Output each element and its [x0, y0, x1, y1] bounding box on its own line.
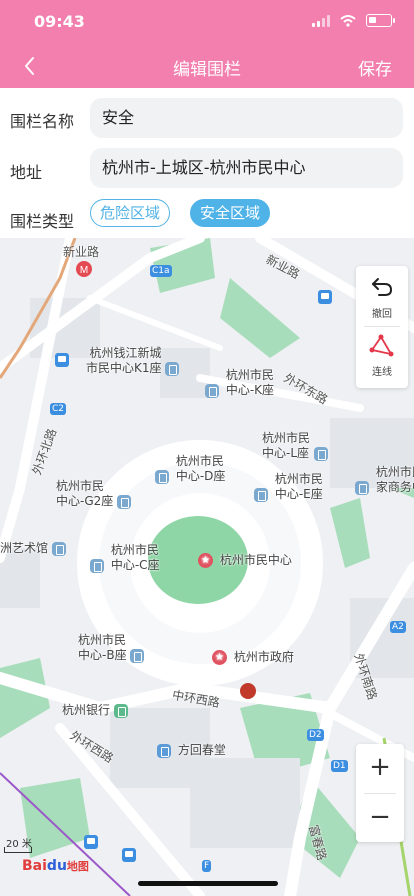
logo-blue: du	[46, 858, 67, 874]
zoom-controls: + −	[356, 744, 404, 842]
poi-label: 杭州市民 中心-L座	[262, 431, 311, 460]
poi-center[interactable]: ★ 杭州市民中心	[198, 553, 292, 568]
divider	[364, 326, 400, 327]
poi-label: 杭州市民 中心-C座	[110, 543, 160, 572]
zoom-out-button[interactable]: −	[356, 794, 404, 842]
home-indicator	[138, 881, 278, 886]
poi-d[interactable]: 杭州市民 中心-D座	[155, 454, 225, 484]
status-time: 09:43	[34, 12, 85, 31]
building-icon	[117, 494, 132, 509]
building-icon	[165, 361, 180, 376]
app-header: 09:43 编辑围栏 保存	[0, 0, 414, 88]
poi-label: 洲艺术馆	[0, 541, 49, 555]
gate-tag: C1a	[150, 265, 172, 277]
type-label: 围栏类型	[10, 212, 75, 231]
status-icons	[312, 14, 395, 27]
battery-icon	[366, 14, 395, 27]
poi-label: 杭州市民 中心-G2座	[56, 479, 114, 508]
star-icon: ★	[212, 650, 227, 665]
poi-l[interactable]: 杭州市民 中心-L座	[262, 431, 331, 461]
gate-tag: C2	[50, 403, 67, 415]
poi-art[interactable]: 洲艺术馆	[0, 541, 69, 556]
undo-label: 撤回	[372, 309, 392, 320]
poi-label: 杭州市民 中心-D座	[175, 454, 226, 483]
road-label: 新业路	[63, 245, 100, 259]
type-option-danger[interactable]: 危险区域	[90, 199, 170, 227]
poi-label: 杭州市政府	[233, 650, 294, 664]
poi-b[interactable]: 杭州市民 中心-B座	[78, 633, 147, 663]
bus-stop-icon	[318, 290, 332, 304]
draw-tools-panel: 撤回 连线	[356, 266, 408, 388]
poi-gov[interactable]: ★ 杭州市政府	[212, 650, 294, 665]
map-view[interactable]: M 新业路 新业路 外环东路 外环北路 中环西路 外环西路 外环南路 富春路 杭…	[0, 238, 414, 896]
poi-label: 杭州市民中心	[219, 553, 292, 567]
gate-tag: F	[202, 860, 212, 872]
page-title: 编辑围栏	[173, 60, 241, 80]
poi-fang[interactable]: 方回春堂	[157, 743, 226, 758]
poi-label: 杭州市民 中心-B座	[78, 633, 127, 662]
poi-bank[interactable]: 杭州银行	[62, 703, 131, 718]
poi-k[interactable]: 杭州市民 中心-K座	[205, 368, 274, 398]
poi-label: 杭州市民 家商务中	[375, 465, 414, 494]
address-label: 地址	[10, 163, 43, 182]
poi-label: 杭州市民 中心-E座	[274, 472, 323, 501]
fence-name-input[interactable]: 安全	[90, 98, 403, 138]
poi-label: 方回春堂	[177, 743, 226, 757]
logo-red: Bai	[22, 858, 47, 874]
map-scale-bar	[4, 847, 32, 853]
poi-g2[interactable]: 杭州市民 中心-G2座	[56, 479, 134, 509]
poi-k1[interactable]: 杭州钱江新城 市民中心K1座	[86, 346, 182, 376]
name-label: 围栏名称	[10, 112, 75, 131]
building-icon	[205, 383, 219, 398]
svg-text:M: M	[80, 265, 88, 276]
poi-label: 杭州市民 中心-K座	[225, 368, 275, 397]
bus-stop-icon	[55, 353, 69, 367]
poi-label: 杭州银行	[62, 703, 111, 717]
gate-tag: A2	[390, 621, 406, 633]
connect-label: 连线	[372, 367, 392, 378]
poi-e[interactable]: 杭州市民 中心-E座	[254, 472, 323, 502]
poi-c[interactable]: 杭州市民 中心-C座	[90, 543, 160, 573]
poi-family[interactable]: 杭州市民 家商务中	[355, 465, 414, 495]
type-option-safe[interactable]: 安全区域	[190, 199, 270, 227]
star-icon: ★	[198, 553, 213, 568]
building-icon	[51, 541, 66, 556]
zoom-in-button[interactable]: +	[356, 744, 404, 792]
building-icon	[355, 480, 369, 495]
bus-stop-icon	[84, 835, 98, 849]
gate-tag: D2	[307, 729, 324, 741]
gate-tag: D1	[331, 760, 348, 772]
bank-icon	[113, 703, 128, 718]
baidu-map-logo: Baidu地图	[22, 858, 89, 874]
poi-label: 杭州钱江新城 市民中心K1座	[86, 346, 162, 375]
undo-icon	[372, 278, 393, 296]
cellular-signal-icon	[312, 14, 330, 27]
pharmacy-icon	[157, 743, 171, 758]
building-icon	[313, 446, 328, 461]
building-icon	[254, 487, 268, 502]
wifi-icon	[340, 14, 356, 27]
connect-button[interactable]: 连线	[356, 328, 408, 384]
undo-button[interactable]: 撤回	[356, 270, 408, 326]
building-icon	[155, 469, 169, 484]
save-button[interactable]: 保存	[358, 55, 392, 80]
logo-suffix: 地图	[66, 860, 89, 873]
bus-stop-icon	[122, 848, 136, 862]
polygon-icon	[369, 334, 394, 357]
address-input[interactable]: 杭州市-上城区-杭州市民中心	[90, 148, 403, 188]
building-icon	[90, 558, 104, 573]
building-icon	[130, 648, 145, 663]
